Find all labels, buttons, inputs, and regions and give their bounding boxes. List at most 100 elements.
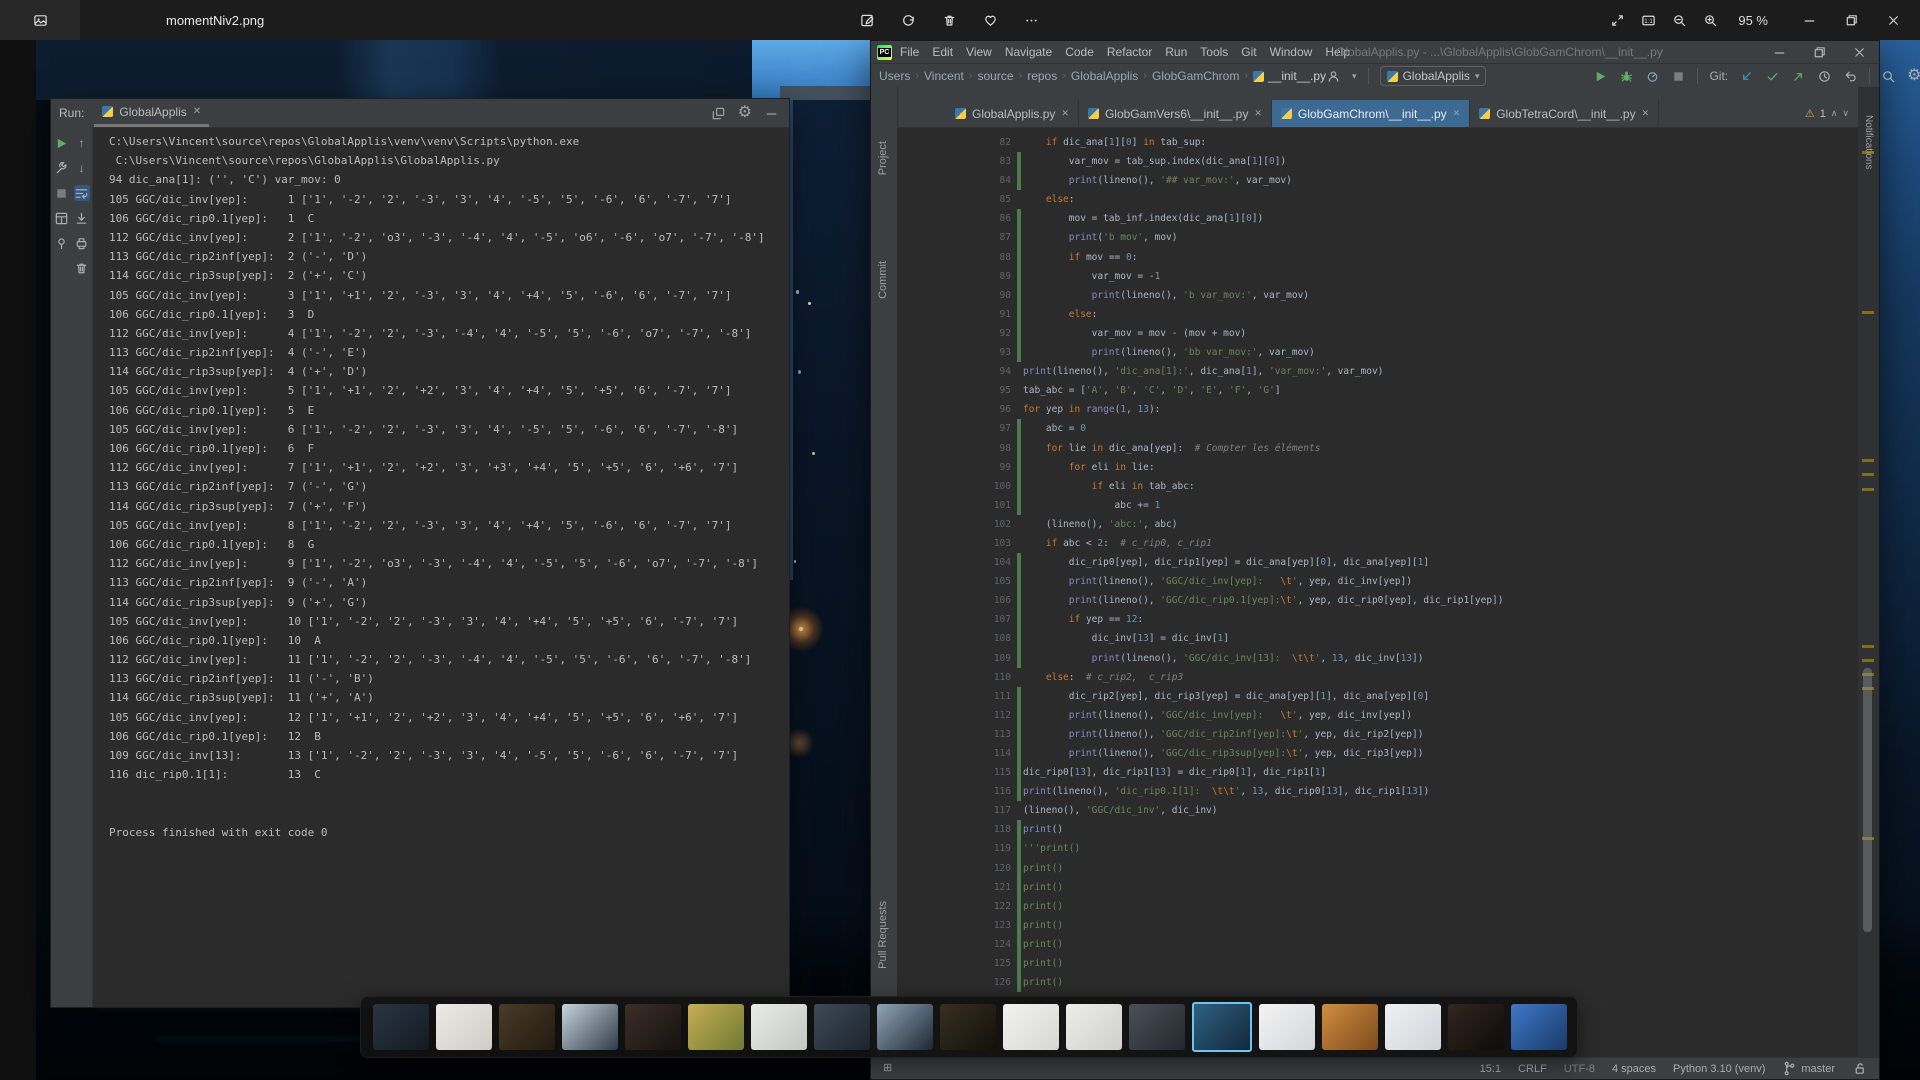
inspections-widget[interactable]: ⚠ 1 ∧ ∨ — [1805, 107, 1849, 120]
breadcrumb-item[interactable]: GlobalApplis — [1071, 69, 1138, 83]
stop-icon[interactable] — [1671, 69, 1686, 84]
settings-icon[interactable]: ⚙ — [1907, 68, 1920, 84]
breadcrumb-item[interactable]: Users — [879, 69, 910, 83]
error-stripe-mark[interactable] — [1862, 151, 1874, 154]
edit-image-icon[interactable] — [860, 13, 875, 28]
play-icon[interactable] — [1593, 69, 1608, 84]
zoom-out-icon[interactable] — [1672, 13, 1687, 28]
error-stripe-mark[interactable] — [1862, 645, 1874, 648]
code-line[interactable]: 111 dic_rip2[yep], dic_rip3[yep] = dic_a… — [897, 687, 1859, 706]
float-window-icon[interactable] — [711, 105, 726, 121]
code-line[interactable]: 120print() — [897, 859, 1859, 878]
code-line[interactable]: 85 else: — [897, 190, 1859, 209]
menu-navigate[interactable]: Navigate — [1005, 45, 1052, 59]
fit-to-window-icon[interactable] — [1610, 13, 1625, 28]
code-line[interactable]: 105 print(lineno(), 'GGC/dic_inv[yep]: \… — [897, 572, 1859, 591]
sidebar-item-notifications[interactable]: Notifications — [1863, 115, 1874, 169]
user-icon[interactable] — [1326, 69, 1341, 84]
code-line[interactable]: 95tab_abc = ['A', 'B', 'C', 'D', 'E', 'F… — [897, 381, 1859, 400]
filmstrip-thumbnail[interactable] — [436, 1004, 492, 1050]
editor-tab[interactable]: GlobTetraCord\__init__.py✕ — [1470, 100, 1659, 127]
code-line[interactable]: 91 else: — [897, 305, 1859, 324]
favorite-icon[interactable] — [983, 13, 998, 28]
code-line[interactable]: 87 print('b mov', mov) — [897, 228, 1859, 247]
unlock-icon[interactable] — [1852, 1061, 1867, 1076]
console-output[interactable]: C:\Users\Vincent\source\repos\GlobalAppl… — [93, 127, 789, 1007]
code-line[interactable]: 125print() — [897, 954, 1859, 973]
breadcrumb-item[interactable]: repos — [1027, 69, 1057, 83]
code-line[interactable]: 89 var_mov = -1 — [897, 267, 1859, 286]
sidebar-item-project[interactable]: Project — [877, 141, 889, 175]
stop-icon[interactable] — [54, 185, 70, 201]
rotate-icon[interactable] — [901, 13, 916, 28]
breadcrumb-item[interactable]: Vincent — [924, 69, 964, 83]
code-line[interactable]: 112 print(lineno(), 'GGC/dic_inv[yep]: \… — [897, 706, 1859, 725]
code-line[interactable]: 96for yep in range(1, 13): — [897, 400, 1859, 419]
code-line[interactable]: 86 mov = tab_inf.index(dic_ana[1][0]) — [897, 209, 1859, 228]
filmstrip-thumbnail[interactable] — [499, 1004, 555, 1050]
up-arrow-icon[interactable]: ↑ — [74, 135, 90, 151]
soft-wrap-icon[interactable] — [74, 185, 90, 201]
trash-icon[interactable] — [74, 260, 90, 276]
breadcrumb-item[interactable]: __init__.py — [1253, 69, 1326, 83]
bug-icon[interactable] — [1619, 69, 1634, 84]
filmstrip-thumbnail[interactable] — [877, 1004, 933, 1050]
close-icon[interactable]: ✕ — [1642, 108, 1650, 119]
profiler-icon[interactable] — [1645, 69, 1660, 84]
filmstrip-thumbnail-selected[interactable] — [1192, 1002, 1252, 1052]
pin-icon[interactable] — [54, 235, 70, 251]
printer-icon[interactable] — [74, 235, 90, 251]
filmstrip-thumbnail[interactable] — [1066, 1004, 1122, 1050]
code-line[interactable]: 118print() — [897, 820, 1859, 839]
code-line[interactable]: 98 for lie in dic_ana[yep]: # Compter le… — [897, 439, 1859, 458]
error-stripe-mark[interactable] — [1862, 459, 1874, 462]
run-tab-globalapplis[interactable]: GlobalApplis ✕ — [94, 99, 209, 127]
tool-windows-icon[interactable]: ⊞ — [883, 1063, 892, 1074]
code-line[interactable]: 121print() — [897, 878, 1859, 897]
python-interpreter[interactable]: Python 3.10 (venv) — [1673, 1063, 1765, 1075]
settings-icon[interactable]: ⚙ — [738, 105, 752, 121]
code-line[interactable]: 83 var_mov = tab_sup.index(dic_ana[1][0]… — [897, 152, 1859, 171]
scrollbar-thumb[interactable] — [1863, 668, 1872, 932]
photos-app-button[interactable] — [0, 0, 80, 40]
chevron-up-icon[interactable]: ∧ — [1831, 108, 1838, 119]
maximize-button[interactable] — [1830, 0, 1872, 40]
code-line[interactable]: 116print(lineno(), 'dic_rip0.1[1]: \t\t'… — [897, 782, 1859, 801]
code-line[interactable]: 107 if yep == 12: — [897, 610, 1859, 629]
menu-file[interactable]: File — [900, 45, 919, 59]
editor-tab[interactable]: GlobGamChrom\__init__.py✕ — [1272, 100, 1470, 127]
sidebar-item-pull-requests[interactable]: Pull Requests — [877, 901, 889, 969]
breadcrumb-item[interactable]: GlobGamChrom — [1152, 69, 1239, 83]
code-line[interactable]: 82 if dic_ana[1][0] in tab_sup: — [897, 133, 1859, 152]
sidebar-item-commit[interactable]: Commit — [877, 261, 889, 299]
caret-position[interactable]: 15:1 — [1480, 1063, 1501, 1075]
line-separator[interactable]: CRLF — [1518, 1063, 1547, 1075]
filmstrip-thumbnail[interactable] — [1003, 1004, 1059, 1050]
code-line[interactable]: 102 (lineno(), 'abc:', abc) — [897, 515, 1859, 534]
filmstrip-thumbnail[interactable] — [688, 1004, 744, 1050]
code-line[interactable]: 126print() — [897, 973, 1859, 992]
filmstrip-thumbnail[interactable] — [1385, 1004, 1441, 1050]
file-encoding[interactable]: UTF-8 — [1564, 1063, 1595, 1075]
code-line[interactable]: 109 print(lineno(), 'GGC/dic_inv[13]: \t… — [897, 649, 1859, 668]
history-icon[interactable] — [1817, 69, 1832, 84]
code-line[interactable]: 92 var_mov = mov - (mov + mov) — [897, 324, 1859, 343]
code-line[interactable]: 99 for eli in lie: — [897, 458, 1859, 477]
code-line[interactable]: 94print(lineno(), 'dic_ana[1]:', dic_ana… — [897, 362, 1859, 381]
filmstrip-thumbnail[interactable] — [562, 1004, 618, 1050]
run-configuration-select[interactable]: GlobalApplis ▾ — [1380, 66, 1487, 86]
filmstrip-thumbnail[interactable] — [1448, 1004, 1504, 1050]
filmstrip-thumbnail[interactable] — [625, 1004, 681, 1050]
close-icon[interactable]: ✕ — [1254, 108, 1262, 119]
error-stripe-mark[interactable] — [1862, 659, 1874, 662]
code-line[interactable]: 84 print(lineno(), '## var_mov:', var_mo… — [897, 171, 1859, 190]
code-line[interactable]: 103 if abc < 2: # c_rip0, c_rip1 — [897, 534, 1859, 553]
menu-code[interactable]: Code — [1065, 45, 1094, 59]
rollback-icon[interactable] — [1843, 69, 1858, 84]
filmstrip-thumbnail[interactable] — [814, 1004, 870, 1050]
layout-icon[interactable] — [54, 210, 70, 226]
breadcrumb-item[interactable]: source — [978, 69, 1014, 83]
code-line[interactable]: 115dic_rip0[13], dic_rip1[13] = dic_rip0… — [897, 763, 1859, 782]
code-line[interactable]: 108 dic_inv[13] = dic_inv[1] — [897, 629, 1859, 648]
indent-setting[interactable]: 4 spaces — [1612, 1063, 1656, 1075]
